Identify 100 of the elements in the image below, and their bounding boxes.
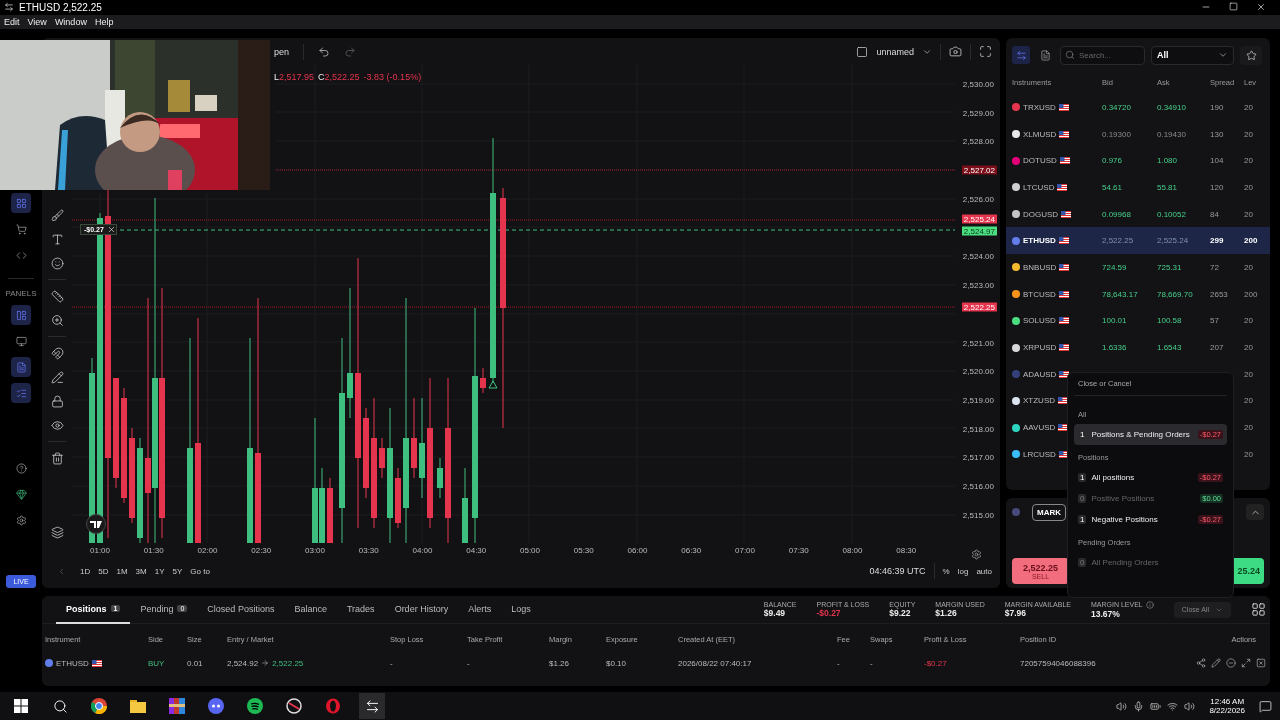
spread-text: 72 <box>1210 262 1220 272</box>
ask-text: 725.31 <box>1157 262 1183 272</box>
symbol-text: XTZUSD <box>1023 396 1055 406</box>
price-badge: 2,522.25 <box>961 302 997 312</box>
spread-text: 57 <box>1210 316 1220 326</box>
bid-text: 0.09968 <box>1102 209 1132 219</box>
time-label: 03:00 <box>305 546 325 555</box>
price-label: 2,528.00 <box>962 136 994 146</box>
spread-text: 190 <box>1210 102 1225 112</box>
price-badge: 2,525.24 <box>961 214 997 224</box>
leverage-text: 20 <box>1244 449 1254 459</box>
symbol-text: SOLUSD <box>1023 316 1056 326</box>
table-cell: ETHUSD <box>56 658 89 668</box>
time-label: 08:30 <box>896 546 917 555</box>
symbol-text: LRCUSD <box>1023 449 1056 459</box>
section-label: PANELS <box>5 289 37 298</box>
symbol-text: AAVUSD <box>1023 423 1056 433</box>
price-label: 2,529.00 <box>962 108 994 118</box>
price-label: 2,515.00 <box>962 510 994 520</box>
price-label: 2,520.00 <box>962 366 994 376</box>
stat-value: $7.96 <box>1004 608 1028 618</box>
price-badge: 2,527.02 <box>961 165 997 175</box>
table-cell-text: BUY <box>148 658 166 668</box>
table-cell-text: $0.10 <box>606 658 628 668</box>
legend-value: 2,522.25 <box>324 72 360 82</box>
spread-text: 299 <box>1210 236 1225 246</box>
ask-text: 2,525.24 <box>1157 236 1190 246</box>
time-label: 04:00 <box>412 546 433 555</box>
time-label: 03:30 <box>358 546 379 555</box>
legend-label: C <box>318 72 325 82</box>
leverage-text: 200 <box>1244 289 1259 299</box>
ask-text: 1.6543 <box>1157 343 1183 353</box>
time-label: 06:00 <box>627 546 648 555</box>
stat-value: $9.49 <box>763 608 787 618</box>
spread-text: 120 <box>1210 182 1225 192</box>
bid-text: 54.61 <box>1102 182 1124 192</box>
table-cell-text: 72057594046088396 <box>1020 658 1097 668</box>
table-cell-text: - <box>467 658 471 668</box>
bid-text: 724.59 <box>1102 262 1128 272</box>
price-label: 2,524.00 <box>962 251 994 261</box>
time-label: 08:00 <box>842 546 863 555</box>
stat-value: $1.26 <box>935 608 958 618</box>
leverage-text: 20 <box>1244 182 1254 192</box>
symbol-text: XLMUSD <box>1023 129 1057 139</box>
symbol-text: XRPUSD <box>1023 343 1057 353</box>
legend-value: 2,517.95 <box>279 72 315 82</box>
ask-text: 0.10052 <box>1157 209 1187 219</box>
clock-text: 04:46:39 UTC <box>869 566 926 576</box>
time-label: 07:30 <box>788 546 809 555</box>
leverage-text: 20 <box>1244 343 1254 353</box>
table-cell: 2,522.25 <box>272 658 304 668</box>
spread-text: 84 <box>1210 209 1220 219</box>
symbol-text: ADAUSD <box>1023 369 1057 379</box>
time-label: 02:30 <box>251 546 272 555</box>
spread-text: 207 <box>1210 343 1225 353</box>
symbol-text: DOGUSD <box>1023 209 1059 219</box>
price-badge: 2,524.97 <box>961 226 997 235</box>
price-label: 2,530.00 <box>962 79 994 89</box>
price-label: 2,516.00 <box>962 481 994 491</box>
ask-text: 55.81 <box>1157 182 1179 192</box>
table-cell-text: -$0.27 <box>924 658 948 668</box>
leverage-text: 20 <box>1244 423 1254 433</box>
table-cell-text: - <box>837 658 841 668</box>
spread-text: 2653 <box>1210 289 1229 299</box>
time-label: 02:00 <box>197 546 218 555</box>
table-cell-text: 0.01 <box>187 658 204 668</box>
leverage-text: 20 <box>1244 262 1254 272</box>
stat-value: -$0.27 <box>816 608 842 618</box>
table-cell-text: $1.26 <box>549 658 571 668</box>
symbol-text: TRXUSD <box>1023 102 1056 112</box>
leverage-text: 20 <box>1244 156 1254 166</box>
price-label: 2,519.00 <box>962 395 994 405</box>
bid-text: 100.01 <box>1102 316 1128 326</box>
leverage-text: 20 <box>1244 209 1254 219</box>
leverage-text: 200 <box>1244 236 1259 246</box>
legend-change: -3.83 (-0.15%) <box>363 72 422 82</box>
spread-text: 130 <box>1210 129 1225 139</box>
leverage-text: 20 <box>1244 129 1254 139</box>
spread-text: 104 <box>1210 156 1225 166</box>
bid-text: 78,643.17 <box>1102 289 1139 299</box>
table-cell-text: - <box>870 658 874 668</box>
price-label: 2,517.00 <box>962 453 994 462</box>
table-cell-text: - <box>390 658 394 668</box>
bid-text: 0.19300 <box>1102 129 1132 139</box>
time-label: 04:30 <box>466 546 487 555</box>
legend-label: L <box>274 72 279 82</box>
table-cell-text: 2026/08/22 07:40:17 <box>678 658 753 668</box>
ask-text: 0.19430 <box>1157 129 1187 139</box>
time-label: 05:00 <box>520 546 540 555</box>
symbol-text: BTCUSD <box>1023 289 1056 299</box>
bid-text: 0.34720 <box>1102 102 1132 112</box>
time-label: 01:30 <box>143 546 164 555</box>
price-label: 2,518.00 <box>962 424 994 434</box>
stat-value: 13.67% <box>1091 608 1121 619</box>
symbol-text: LTCUSD <box>1023 182 1055 192</box>
window-title: ETHUSD 2,522.25 <box>19 2 102 13</box>
bid-text: 1.6336 <box>1102 343 1128 353</box>
ask-text: 1.080 <box>1157 156 1179 166</box>
ask-text: 100.58 <box>1157 316 1183 326</box>
price-label: 2,521.00 <box>962 338 994 348</box>
